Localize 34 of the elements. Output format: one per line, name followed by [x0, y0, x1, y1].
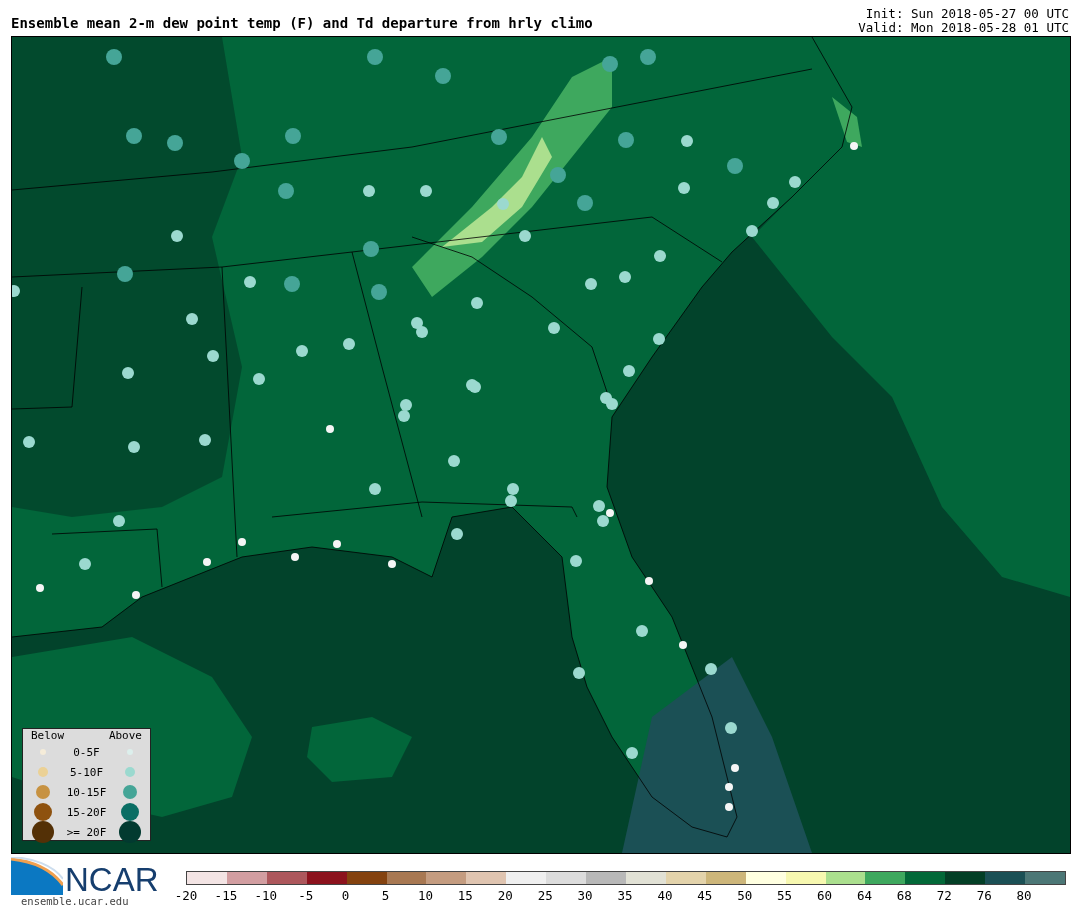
tick-label: 35: [617, 888, 633, 903]
tick-label: 50: [737, 888, 753, 903]
valid-time: Valid: Mon 2018-05-28 01 UTC: [858, 21, 1069, 35]
tick-label: 55: [777, 888, 793, 903]
init-time: Init: Sun 2018-05-27 00 UTC: [865, 7, 1069, 21]
legend-label: 0-5F: [72, 745, 101, 759]
tick-label: 72: [936, 888, 952, 903]
tick-label: 25: [537, 888, 553, 903]
tick-label: -15: [214, 888, 238, 903]
tick-label: 30: [577, 888, 593, 903]
tick-label: 60: [817, 888, 833, 903]
chart-title: Ensemble mean 2-m dew point temp (F) and Td departure from hrly climo: [11, 15, 593, 33]
tick-label: 68: [896, 888, 912, 903]
legend-heading: Above: [108, 730, 142, 742]
legend-label: >= 20F: [65, 825, 108, 839]
tick-label: 0: [341, 888, 350, 903]
tick-label: 45: [697, 888, 713, 903]
legend-label: 10-15F: [65, 785, 108, 799]
tick-label: 10: [417, 888, 433, 903]
tick-label: -5: [298, 888, 314, 903]
legend-label: 15-20F: [65, 805, 108, 819]
logo-icon: [11, 857, 63, 895]
logo-text: NCAR: [65, 865, 159, 895]
tick-label: -10: [254, 888, 278, 903]
legend-label: 5-10F: [68, 765, 105, 779]
tick-label: 76: [976, 888, 992, 903]
tick-label: 15: [457, 888, 473, 903]
tick-label: -20: [174, 888, 198, 903]
tick-label: 20: [497, 888, 513, 903]
tick-label: 64: [856, 888, 872, 903]
tick-label: 5: [381, 888, 390, 903]
tick-label: 40: [657, 888, 673, 903]
tick-label: 80: [1016, 888, 1032, 903]
legend-heading: Below: [31, 730, 65, 742]
